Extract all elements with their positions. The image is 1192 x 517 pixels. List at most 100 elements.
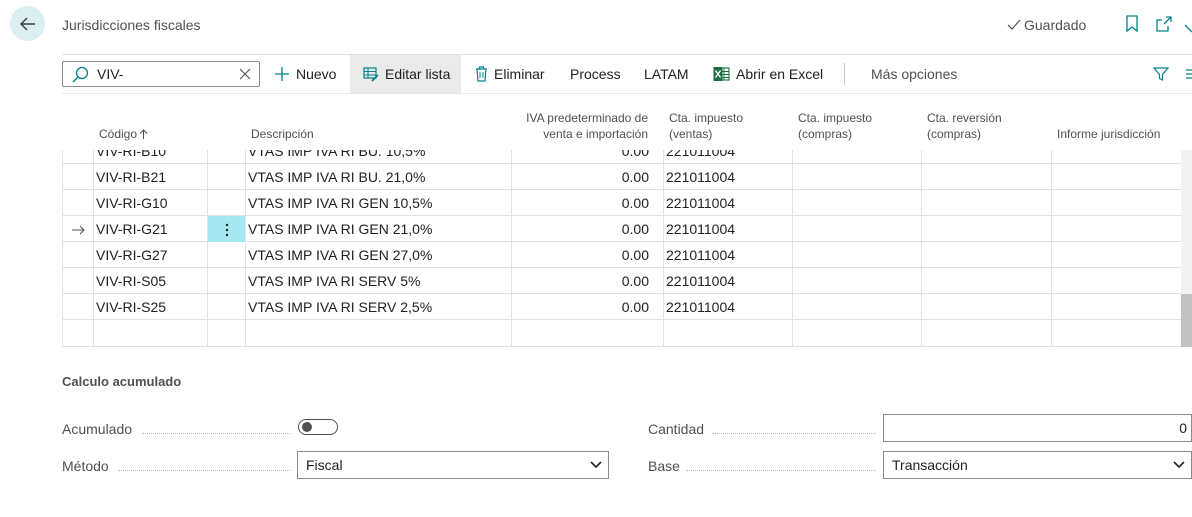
column-cta-reversal-line2: (compras): [927, 127, 982, 141]
toolbar-separator: [844, 63, 845, 85]
column-code-label: Código: [99, 127, 138, 141]
field-leader: [142, 433, 290, 434]
back-button[interactable]: [10, 6, 45, 41]
code-cell[interactable]: VIV-RI-S25: [93, 294, 207, 320]
more-vertical-icon: [225, 224, 228, 237]
table-row[interactable]: VIV-RI-B10 VTAS IMP IVA RI BU. 10,5% 0.0…: [62, 150, 1181, 164]
description-cell[interactable]: VTAS IMP IVA RI SERV 2,5%: [245, 294, 511, 320]
column-header-description[interactable]: Descripción: [251, 126, 314, 142]
column-cta-sales-line1: Cta. impuesto: [669, 111, 744, 125]
new-button[interactable]: Nuevo: [274, 55, 348, 93]
edit-list-button[interactable]: Editar lista: [350, 55, 461, 93]
excel-label: Abrir en Excel: [736, 66, 824, 82]
toggle-knob: [302, 422, 312, 432]
cta-sales-cell[interactable]: 221011004: [663, 242, 792, 268]
column-header-cta-reversal[interactable]: Cta. reversión (compras): [927, 110, 1002, 142]
cta-sales-cell[interactable]: 221011004: [663, 268, 792, 294]
acumulado-toggle[interactable]: [298, 419, 338, 435]
save-status: Guardado: [1007, 17, 1086, 33]
filter-icon: [1153, 67, 1169, 81]
column-header-report[interactable]: Informe jurisdicción: [1057, 126, 1160, 142]
column-cta-purchases-line1: Cta. impuesto: [798, 111, 873, 125]
latam-menu[interactable]: LATAM: [644, 55, 689, 93]
table-row-empty[interactable]: [62, 320, 1181, 346]
base-select[interactable]: Transacción: [883, 451, 1192, 479]
description-cell[interactable]: VTAS IMP IVA RI SERV 5%: [245, 268, 511, 294]
table-row[interactable]: VIV-RI-S05 VTAS IMP IVA RI SERV 5% 0.00 …: [62, 268, 1181, 294]
iva-cell[interactable]: 0.00: [511, 216, 663, 242]
cantidad-input[interactable]: 0: [883, 414, 1192, 442]
collapse-button[interactable]: [1184, 15, 1192, 38]
open-new-window-button[interactable]: [1155, 15, 1173, 38]
iva-cell[interactable]: 0.00: [511, 190, 663, 216]
column-iva-label-line2: venta e importación: [543, 127, 648, 141]
list-view-button[interactable]: [1184, 55, 1192, 93]
page-title: Jurisdicciones fiscales: [62, 17, 201, 33]
code-cell[interactable]: VIV-RI-G21: [93, 216, 207, 242]
delete-button[interactable]: Eliminar: [475, 55, 545, 93]
toolbar-divider: [62, 93, 1192, 94]
filter-button[interactable]: [1153, 55, 1169, 93]
process-label: Process: [570, 66, 621, 82]
description-cell[interactable]: VTAS IMP IVA RI GEN 27,0%: [245, 242, 511, 268]
column-cta-reversal-line1: Cta. reversión: [927, 111, 1002, 125]
open-in-excel-button[interactable]: Abrir en Excel: [713, 55, 823, 93]
close-icon[interactable]: [239, 68, 251, 80]
code-cell[interactable]: VIV-RI-S05: [93, 268, 207, 294]
bookmark-icon: [1126, 15, 1138, 33]
column-header-cta-purchases[interactable]: Cta. impuesto (compras): [798, 110, 872, 142]
column-description-label: Descripción: [251, 127, 314, 141]
code-cell[interactable]: VIV-RI-B10: [93, 150, 207, 164]
cta-sales-cell[interactable]: 221011004: [663, 164, 792, 190]
metodo-value: Fiscal: [306, 457, 343, 473]
column-header-iva[interactable]: IVA predeterminado de venta e importació…: [505, 110, 648, 142]
cantidad-value: 0: [1179, 420, 1187, 436]
code-cell[interactable]: VIV-RI-G10: [93, 190, 207, 216]
edit-list-icon: [363, 66, 379, 82]
description-cell[interactable]: VTAS IMP IVA RI GEN 10,5%: [245, 190, 511, 216]
row-arrow-icon: [63, 216, 93, 242]
cta-sales-cell[interactable]: 221011004: [663, 294, 792, 320]
more-options-button[interactable]: Más opciones: [871, 55, 957, 93]
jurisdictions-table: VIV-RI-B10 VTAS IMP IVA RI BU. 10,5% 0.0…: [62, 150, 1181, 347]
table-row[interactable]: VIV-RI-G27 VTAS IMP IVA RI GEN 27,0% 0.0…: [62, 242, 1181, 268]
table-row-selected[interactable]: VIV-RI-G21 VTAS IMP IVA RI GEN 21,0% 0.0…: [62, 216, 1181, 242]
chevron-down-icon: [590, 461, 602, 469]
section-title[interactable]: Calculo acumulado: [62, 374, 181, 389]
metodo-select[interactable]: Fiscal: [297, 451, 609, 479]
cta-sales-cell[interactable]: 221011004: [663, 150, 792, 164]
process-menu[interactable]: Process: [570, 55, 621, 93]
column-header-cta-sales[interactable]: Cta. impuesto (ventas): [669, 110, 743, 142]
row-actions-button[interactable]: [208, 216, 245, 242]
iva-cell[interactable]: 0.00: [511, 294, 663, 320]
column-cta-sales-line2: (ventas): [669, 127, 713, 141]
new-label: Nuevo: [296, 66, 337, 82]
collapse-icon: [1184, 24, 1192, 33]
search-box[interactable]: [62, 61, 260, 87]
cta-sales-cell[interactable]: 221011004: [663, 190, 792, 216]
scrollbar-thumb[interactable]: [1181, 294, 1192, 347]
bookmark-button[interactable]: [1125, 15, 1139, 38]
code-cell[interactable]: VIV-RI-G27: [93, 242, 207, 268]
table-row[interactable]: VIV-RI-G10 VTAS IMP IVA RI GEN 10,5% 0.0…: [62, 190, 1181, 216]
excel-icon: [713, 67, 730, 81]
open-new-window-icon: [1156, 16, 1172, 32]
table-row[interactable]: VIV-RI-S25 VTAS IMP IVA RI SERV 2,5% 0.0…: [62, 294, 1181, 320]
description-cell[interactable]: VTAS IMP IVA RI BU. 21,0%: [245, 164, 511, 190]
table-row[interactable]: VIV-RI-B21 VTAS IMP IVA RI BU. 21,0% 0.0…: [62, 164, 1181, 190]
iva-cell[interactable]: 0.00: [511, 164, 663, 190]
field-leader: [118, 470, 290, 471]
latam-label: LATAM: [644, 66, 689, 82]
iva-cell[interactable]: 0.00: [511, 242, 663, 268]
column-cta-purchases-line2: (compras): [798, 127, 853, 141]
column-report-label: Informe jurisdicción: [1057, 127, 1161, 141]
iva-cell[interactable]: 0.00: [511, 268, 663, 294]
search-input[interactable]: [97, 66, 227, 82]
description-cell[interactable]: VTAS IMP IVA RI BU. 10,5%: [245, 150, 511, 164]
iva-cell[interactable]: 0.00: [511, 150, 663, 164]
cta-sales-cell[interactable]: 221011004: [663, 216, 792, 242]
column-header-code[interactable]: Código: [99, 126, 148, 142]
code-cell[interactable]: VIV-RI-B21: [93, 164, 207, 190]
description-cell[interactable]: VTAS IMP IVA RI GEN 21,0%: [245, 216, 511, 242]
more-options-label: Más opciones: [871, 66, 958, 82]
